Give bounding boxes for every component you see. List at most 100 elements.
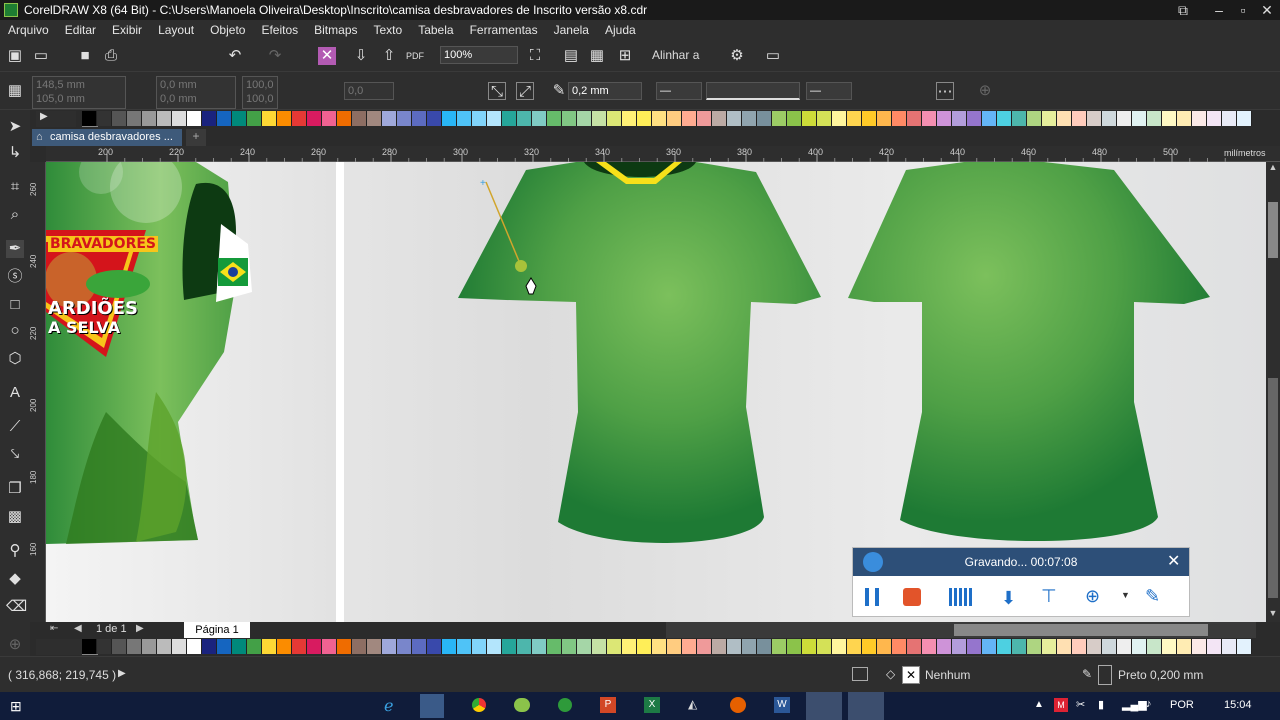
color-swatch[interactable] [1012,639,1027,654]
scroll-down-icon[interactable]: ▼ [1266,608,1280,622]
color-swatch[interactable] [727,639,742,654]
color-proof-icon[interactable] [852,667,868,681]
eyedropper-icon[interactable]: ⚲ [6,542,24,560]
color-swatch[interactable] [592,639,607,654]
color-swatch[interactable] [652,111,667,126]
color-swatch[interactable] [922,111,937,126]
line-style-select[interactable] [706,82,800,100]
color-swatch[interactable] [907,639,922,654]
color-swatch[interactable] [97,111,112,126]
color-swatch[interactable] [502,111,517,126]
object-origin-icon[interactable]: ▦ [6,82,24,100]
language-indicator[interactable]: POR [1170,699,1194,711]
color-swatch[interactable] [187,639,202,654]
color-swatch[interactable] [412,111,427,126]
zoom-record-icon[interactable]: ⊕ [1085,586,1107,608]
color-swatch[interactable] [262,111,277,126]
recorder-close-icon[interactable]: ✕ [1167,548,1180,576]
battery-icon[interactable]: ▮ [1098,698,1104,711]
color-swatch[interactable] [1102,639,1117,654]
color-swatch[interactable] [562,639,577,654]
close-button[interactable]: ✕ [1252,0,1280,20]
color-swatch[interactable] [667,639,682,654]
color-swatch[interactable] [1132,111,1147,126]
color-swatch[interactable] [202,111,217,126]
color-swatch[interactable] [517,639,532,654]
restore-icon[interactable]: ⧉ [1168,0,1198,20]
import-icon[interactable]: ⇩ [352,47,370,65]
front-shirt[interactable]: + [446,162,836,552]
color-swatch[interactable] [82,111,97,126]
color-swatch[interactable] [1237,639,1252,654]
color-swatch[interactable] [1072,111,1087,126]
application-launcher-icon[interactable]: ▭ [764,47,782,65]
color-swatch[interactable] [1237,111,1252,126]
color-swatch[interactable] [1027,639,1042,654]
color-swatch[interactable] [817,111,832,126]
color-swatch[interactable] [142,639,157,654]
text-tool-icon[interactable]: A [6,384,24,402]
color-swatch[interactable] [1087,111,1102,126]
color-swatch[interactable] [487,111,502,126]
color-swatch[interactable] [472,639,487,654]
extract-subpath-icon[interactable]: ⋯ [936,82,954,100]
color-swatch[interactable] [742,111,757,126]
word-icon[interactable]: W [774,697,790,713]
color-swatch[interactable] [517,111,532,126]
color-palette-top[interactable] [82,111,1252,127]
color-swatch[interactable] [607,639,622,654]
color-swatch[interactable] [1117,639,1132,654]
back-shirt[interactable] [844,162,1214,552]
transparency-icon[interactable]: ▩ [6,508,24,526]
color-swatch[interactable] [862,639,877,654]
connector-tool-icon[interactable]: ⤥ [6,446,24,464]
menu-layout[interactable]: Layout [150,23,202,37]
color-swatch[interactable] [1177,639,1192,654]
color-swatch[interactable] [892,111,907,126]
menu-arquivo[interactable]: Arquivo [0,23,57,37]
color-swatch[interactable] [1132,639,1147,654]
drop-shadow-icon[interactable]: ❐ [6,480,24,498]
color-swatch[interactable] [712,111,727,126]
menu-tabela[interactable]: Tabela [410,23,461,37]
document-tab[interactable]: ⌂ camisa desbravadores ... [32,129,182,146]
color-swatch[interactable] [907,111,922,126]
webcam-bars-icon[interactable] [949,588,973,606]
print-icon[interactable]: ⎙ [102,47,120,65]
pen-tool-icon[interactable]: ✒ [6,240,24,258]
menu-bitmaps[interactable]: Bitmaps [306,23,365,37]
color-swatch[interactable] [322,639,337,654]
color-swatch[interactable] [982,111,997,126]
firefox-icon[interactable] [730,697,746,713]
color-swatch[interactable] [577,639,592,654]
color-swatch[interactable] [157,639,172,654]
color-swatch[interactable] [802,111,817,126]
color-swatch[interactable] [1207,639,1222,654]
color-swatch[interactable] [292,111,307,126]
color-swatch[interactable] [157,111,172,126]
color-swatch[interactable] [457,111,472,126]
prev-page-icon[interactable]: ◀ [74,623,82,634]
color-swatch[interactable] [592,111,607,126]
color-swatch[interactable] [502,639,517,654]
color-swatch[interactable] [952,639,967,654]
color-swatch[interactable] [1012,111,1027,126]
color-swatch[interactable] [547,639,562,654]
vscroll-thumb-2[interactable] [1268,378,1278,598]
color-swatch[interactable] [247,111,262,126]
color-swatch[interactable] [877,111,892,126]
color-swatch[interactable] [1147,111,1162,126]
hscroll-thumb[interactable] [954,624,1208,636]
color-swatch[interactable] [682,111,697,126]
palette-scroll-left-icon[interactable]: ▶ [40,111,48,122]
color-swatch[interactable] [1042,639,1057,654]
scroll-up-icon[interactable]: ▲ [1266,162,1280,176]
color-swatch[interactable] [1222,111,1237,126]
taskbar-app3-icon[interactable]: ◭ [688,697,704,713]
add-node-icon[interactable]: ⊕ [976,82,994,100]
parallel-dimension-icon[interactable]: ⟋ [6,418,24,436]
taskbar-app2-icon[interactable] [558,698,572,712]
color-swatch[interactable] [727,111,742,126]
color-swatch[interactable] [712,639,727,654]
menu-exibir[interactable]: Exibir [104,23,150,37]
